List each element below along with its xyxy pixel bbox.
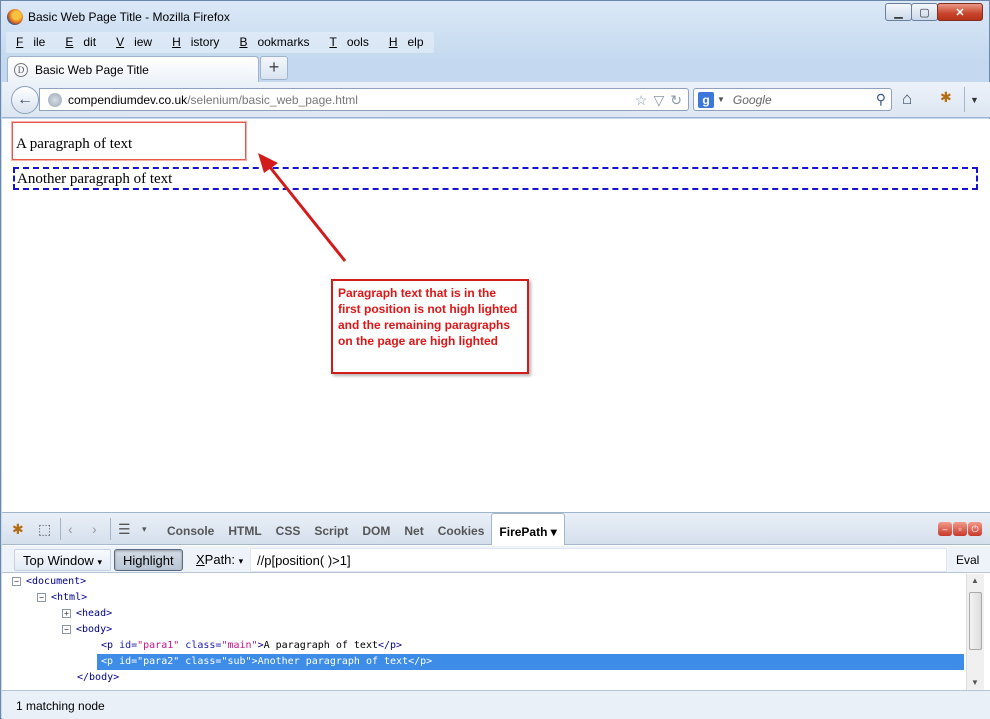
tree-node-head[interactable]: + <head>	[62, 606, 112, 622]
menu-tools[interactable]: Tools	[319, 32, 378, 53]
reload-icon[interactable]: ↻	[670, 92, 682, 109]
tree-node-p-para1[interactable]: <p id="para1" class="main">A paragraph o…	[101, 638, 402, 654]
toolbar-separator	[110, 518, 111, 540]
favicon-icon: D	[14, 62, 28, 77]
tab-net[interactable]: Net	[397, 513, 430, 545]
dropdown-arrow-icon[interactable]: ▽	[653, 92, 664, 109]
menu-bookmarks[interactable]: Bookmarks	[229, 32, 319, 53]
title-bar: Basic Web Page Title - Mozilla Firefox ▁…	[1, 1, 989, 33]
firebug-detach-icon[interactable]: ▫	[953, 522, 967, 536]
scroll-up-icon[interactable]: ▲	[971, 576, 979, 585]
scrollbar-thumb[interactable]	[969, 592, 982, 650]
tab-cookies[interactable]: Cookies	[431, 513, 492, 545]
magnifier-icon[interactable]: ⚲	[876, 91, 886, 108]
tab-console[interactable]: Console	[160, 513, 221, 545]
forward-arrow-icon[interactable]: ›	[92, 521, 97, 537]
firebug-panel: ✱ ⬚ ‹ › ☰ ▾ Console HTML CSS Script DOM …	[2, 512, 990, 719]
firefox-logo-icon	[7, 9, 23, 25]
firefox-window: Basic Web Page Title - Mozilla Firefox ▁…	[0, 0, 990, 719]
firepath-bar: Top Window ▾ Highlight XPath: ▾ //p[posi…	[2, 546, 990, 573]
window-title: Basic Web Page Title - Mozilla Firefox	[28, 10, 230, 24]
eval-button[interactable]: Eval	[956, 553, 979, 567]
nav-menu-dropdown[interactable]: ▼	[964, 87, 984, 112]
minimize-button[interactable]: ▁	[885, 3, 912, 21]
menu-dropdown-icon[interactable]: ▾	[142, 524, 147, 535]
firebug-icon[interactable]: ✱	[940, 89, 952, 106]
menu-view[interactable]: View	[106, 32, 162, 53]
annotation-note: Paragraph text that is in the first posi…	[331, 279, 529, 374]
xpath-dropdown[interactable]: XPath: ▾	[188, 549, 251, 571]
globe-icon	[48, 92, 62, 107]
collapse-toggle-icon[interactable]: −	[12, 576, 21, 586]
tab-firepath[interactable]: FirePath ▾	[491, 513, 565, 545]
menu-bar: File Edit View History Bookmarks Tools H…	[6, 32, 434, 53]
tree-node-body-close[interactable]: </body>	[77, 670, 119, 686]
url-text[interactable]: compendiumdev.co.uk/selenium/basic_web_p…	[68, 93, 358, 107]
tree-node-document[interactable]: − <document>	[12, 574, 86, 590]
maximize-button[interactable]: ▢	[911, 3, 938, 21]
toolbar-separator	[60, 518, 61, 540]
tab-html[interactable]: HTML	[221, 513, 268, 545]
xpath-input[interactable]: //p[position( )>1]	[250, 548, 947, 572]
tree-scrollbar[interactable]: ▲ ▼	[966, 574, 984, 690]
status-bar: 1 matching node	[2, 690, 990, 719]
url-bar-icons: ☆ ▽ ↻	[635, 92, 682, 109]
firebug-close-icon[interactable]: ⏻	[968, 522, 982, 536]
firebug-bug-icon[interactable]: ✱	[12, 521, 24, 538]
menu-history[interactable]: History	[162, 32, 229, 53]
tab-script[interactable]: Script	[307, 513, 355, 545]
navigation-bar: ← compendiumdev.co.uk/selenium/basic_web…	[2, 82, 990, 118]
arrow-head	[258, 153, 278, 173]
url-bar[interactable]: compendiumdev.co.uk/selenium/basic_web_p…	[39, 88, 689, 111]
dom-tree: − <document> − <html> + <head> − <body> <p i…	[2, 574, 966, 690]
highlight-button[interactable]: Highlight	[114, 549, 183, 571]
bookmark-star-icon[interactable]: ☆	[635, 92, 648, 109]
tab-basic-web-page[interactable]: D Basic Web Page Title	[7, 56, 259, 82]
search-engine-dropdown-icon[interactable]: ▼	[717, 95, 725, 104]
search-bar[interactable]: g ▼ Google ⚲	[693, 88, 892, 111]
page-content: A paragraph of text Another paragraph of…	[2, 119, 990, 512]
close-button[interactable]: ✕	[937, 3, 983, 21]
firebug-window-controls: – ▫ ⏻	[938, 522, 982, 536]
menu-file[interactable]: File	[6, 32, 55, 53]
tab-css[interactable]: CSS	[269, 513, 308, 545]
tree-node-body[interactable]: − <body>	[62, 622, 112, 638]
menu-edit[interactable]: Edit	[55, 32, 106, 53]
top-window-dropdown[interactable]: Top Window ▾	[14, 549, 111, 571]
tab-dom[interactable]: DOM	[355, 513, 397, 545]
expand-toggle-icon[interactable]: +	[62, 608, 71, 618]
scroll-down-icon[interactable]: ▼	[971, 678, 979, 687]
back-arrow-icon[interactable]: ‹	[68, 521, 73, 537]
collapse-toggle-icon[interactable]: −	[37, 592, 46, 602]
collapse-toggle-icon[interactable]: −	[62, 624, 71, 634]
home-icon[interactable]: ⌂	[902, 89, 912, 109]
tree-node-html[interactable]: − <html>	[37, 590, 87, 606]
menu-lines-icon[interactable]: ☰	[118, 521, 131, 538]
firebug-toolbar: ✱ ⬚ ‹ › ☰ ▾ Console HTML CSS Script DOM …	[2, 513, 990, 545]
window-controls: ▁ ▢ ✕	[885, 3, 983, 21]
new-tab-button[interactable]: +	[260, 56, 288, 80]
back-button[interactable]: ←	[11, 86, 39, 114]
inspect-icon[interactable]: ⬚	[38, 521, 51, 538]
search-input[interactable]: Google	[733, 93, 772, 107]
firebug-minimize-icon[interactable]: –	[938, 522, 952, 536]
google-icon[interactable]: g	[698, 91, 714, 108]
tab-label: Basic Web Page Title	[35, 62, 149, 77]
firebug-tabs: Console HTML CSS Script DOM Net Cookies …	[160, 513, 565, 545]
menu-help[interactable]: Help	[379, 32, 434, 53]
arrow-line	[263, 160, 347, 262]
tree-node-p-para2-selected[interactable]: <p id="para2" class="sub">Another paragr…	[97, 654, 964, 670]
